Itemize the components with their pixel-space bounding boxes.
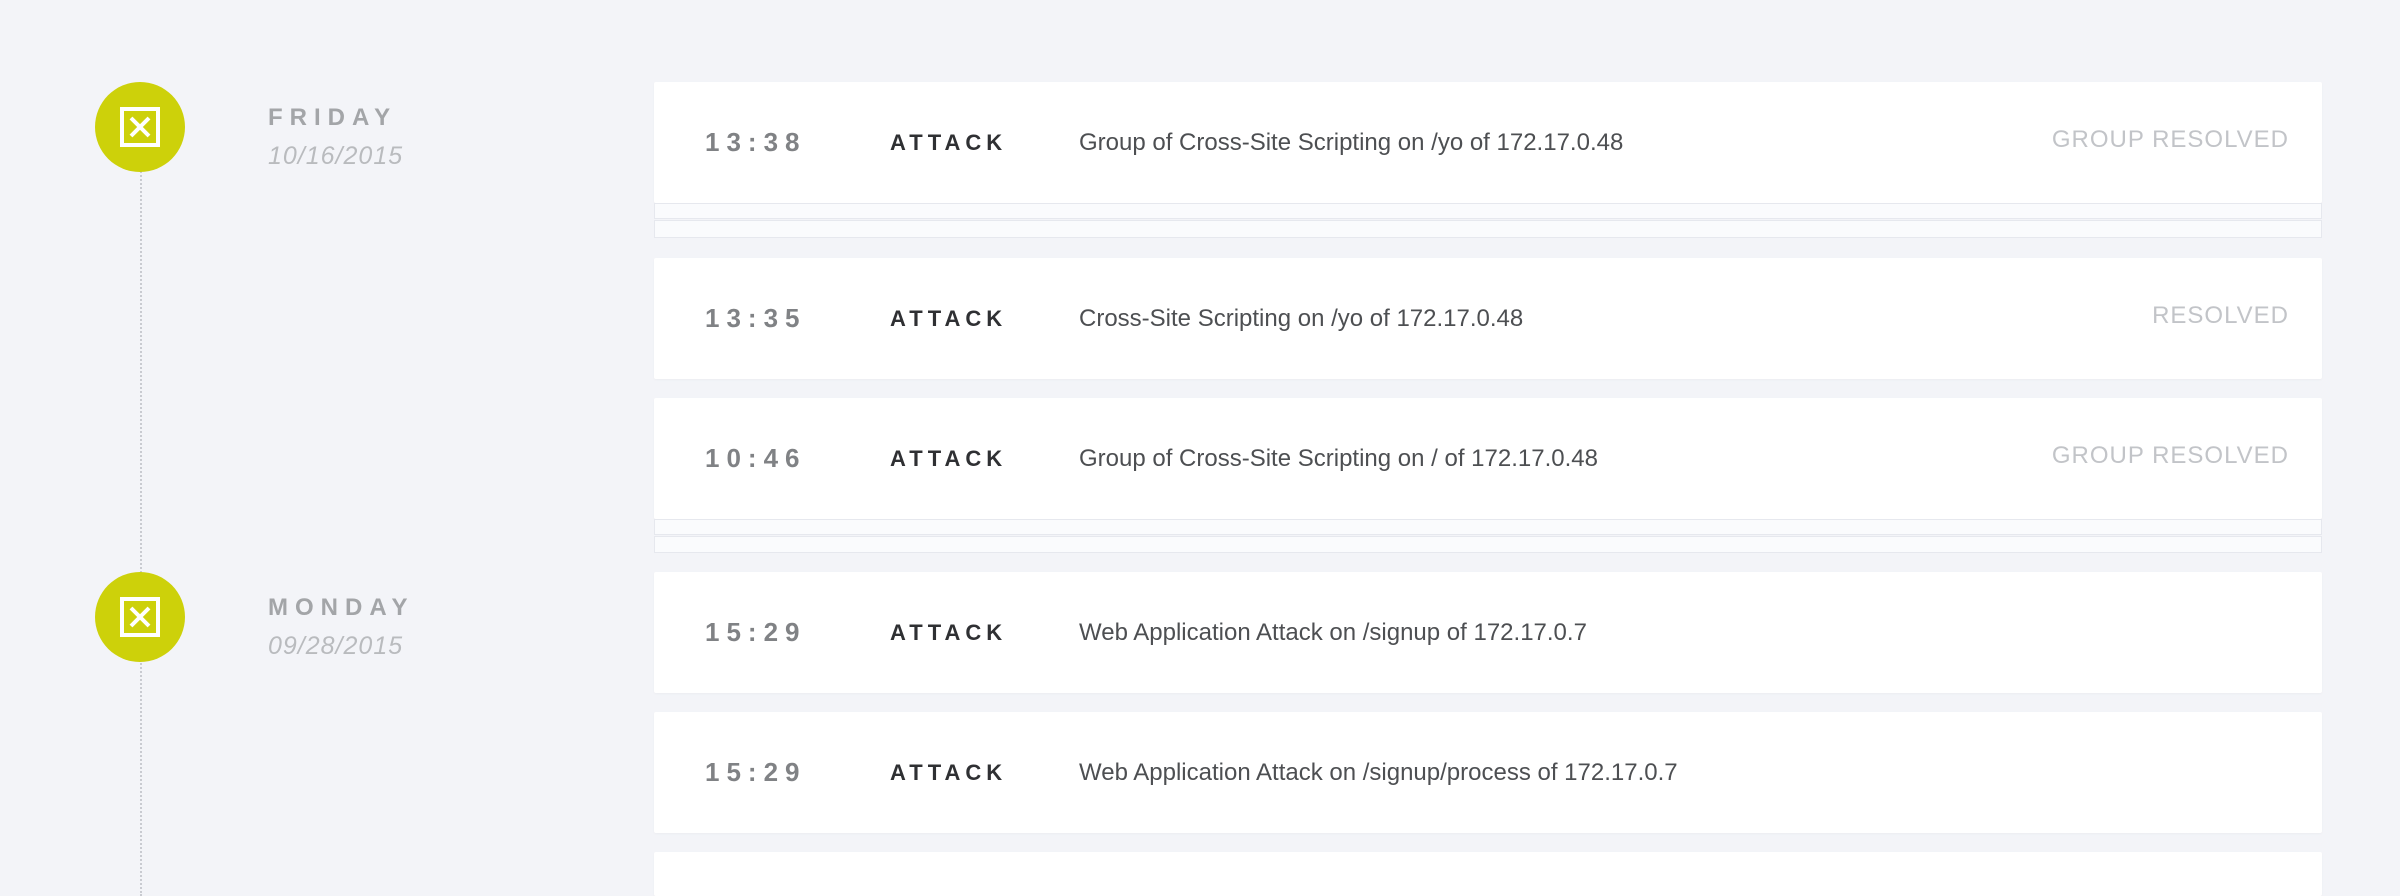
- event-time: 10:46: [705, 443, 807, 473]
- event-time: 13:38: [705, 127, 807, 157]
- group-stack-edge: [654, 203, 2322, 219]
- event-time: 15:29: [705, 757, 807, 787]
- event-description: Group of Cross-Site Scripting on / of 17…: [1079, 445, 1598, 472]
- close-box-icon: [95, 572, 185, 662]
- event-card[interactable]: 15:29 ATTACK Web Application Attack on /…: [654, 712, 2322, 833]
- timeline-page: { "colors": { "background": "#f3f4f8", "…: [0, 0, 2400, 896]
- day-date: 09/28/2015: [268, 632, 404, 660]
- event-description: Cross-Site Scripting on /yo of 172.17.0.…: [1079, 305, 1524, 332]
- event-status: RESOLVED: [2152, 302, 2289, 329]
- event-type: ATTACK: [890, 306, 1008, 331]
- event-description: Web Application Attack on /signup of 172…: [1079, 619, 1587, 646]
- event-type: ATTACK: [890, 620, 1008, 645]
- event-card[interactable]: 10:46 ATTACK Group of Cross-Site Scripti…: [654, 398, 2322, 519]
- event-card[interactable]: 13:38 ATTACK Group of Cross-Site Scripti…: [654, 82, 2322, 203]
- day-date: 10/16/2015: [268, 142, 404, 170]
- event-card[interactable]: [654, 852, 2322, 896]
- day-name: MONDAY: [268, 594, 415, 621]
- group-stack-edge: [654, 519, 2322, 535]
- day-name: FRIDAY: [268, 104, 398, 131]
- event-type: ATTACK: [890, 446, 1008, 471]
- group-stack-edge: [654, 536, 2322, 553]
- event-description: Web Application Attack on /signup/proces…: [1079, 759, 1678, 786]
- group-stack-edge: [654, 220, 2322, 238]
- event-type: ATTACK: [890, 130, 1008, 155]
- event-status: GROUP RESOLVED: [2051, 442, 2289, 469]
- timeline-line: [140, 128, 142, 896]
- event-status: GROUP RESOLVED: [2051, 126, 2289, 153]
- event-description: Group of Cross-Site Scripting on /yo of …: [1079, 129, 1624, 156]
- event-time: 13:35: [705, 303, 807, 333]
- event-type: ATTACK: [890, 760, 1008, 785]
- event-time: 15:29: [705, 617, 807, 647]
- event-card[interactable]: 13:35 ATTACK Cross-Site Scripting on /yo…: [654, 258, 2322, 379]
- event-card[interactable]: 15:29 ATTACK Web Application Attack on /…: [654, 572, 2322, 693]
- close-box-icon: [95, 82, 185, 172]
